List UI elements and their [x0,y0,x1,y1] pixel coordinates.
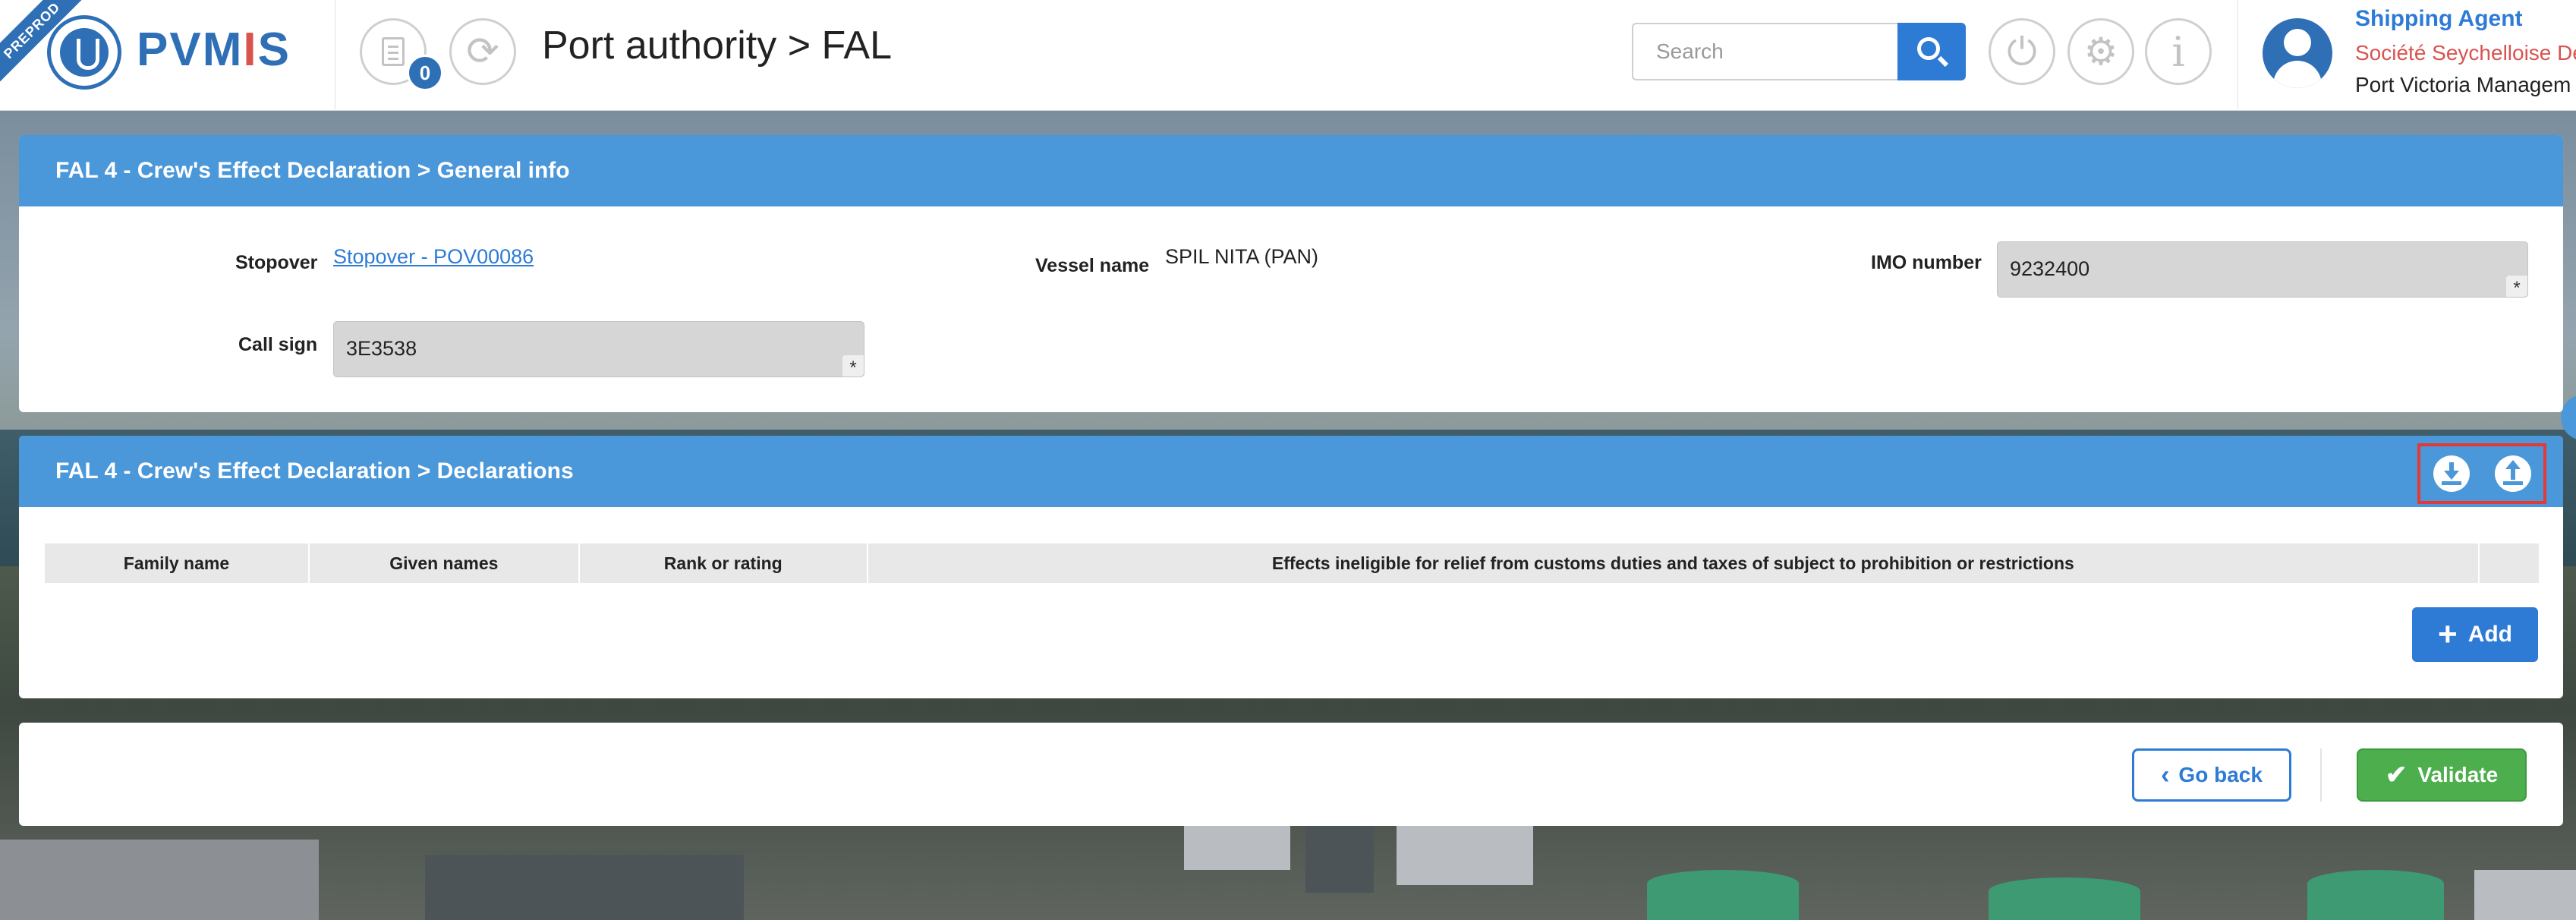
upload-icon[interactable] [2494,455,2531,492]
refresh-icon: ⟳ [466,30,499,74]
search-input[interactable] [1632,23,1897,80]
search-button[interactable] [1897,23,1966,80]
general-info-panel: FAL 4 - Crew's Effect Declaration > Gene… [19,135,2563,412]
user-company: Société Seychelloise De [2355,41,2576,65]
column-header-effects[interactable]: Effects ineligible for relief from custo… [867,543,2480,583]
search-icon [1917,37,1940,60]
column-header-actions [2479,543,2540,583]
declarations-title: FAL 4 - Crew's Effect Declaration > Decl… [55,458,574,484]
vessel-name-value: SPIL NITA (PAN) [1165,245,1319,268]
column-header-given-names[interactable]: Given names [308,543,580,583]
chevron-left-icon: ‹ [2161,760,2170,789]
call-sign-value: 3E3538 [346,337,417,360]
document-icon [382,37,405,66]
declarations-panel: FAL 4 - Crew's Effect Declaration > Decl… [19,436,2563,698]
import-export-actions [2417,443,2546,504]
vessel-name-label: Vessel name [1035,255,1150,276]
imo-number-label: IMO number [1871,252,1982,273]
settings-button[interactable]: ⚙ [2067,18,2134,85]
required-marker: * [2506,276,2527,298]
validate-label: Validate [2417,763,2499,786]
download-icon[interactable] [2433,455,2470,492]
logo-area[interactable]: PREPROD PVMIS [0,0,335,111]
user-avatar-icon [2263,18,2332,88]
add-button-label: Add [2467,622,2513,647]
user-role: Shipping Agent [2355,6,2523,31]
imo-number-field[interactable]: 9232400 * [1997,241,2528,298]
refresh-button[interactable]: ⟳ [449,18,516,85]
declarations-table: Family name Given names Rank or rating E… [45,543,2540,583]
call-sign-label: Call sign [238,334,318,355]
gear-icon: ⚙ [2083,30,2118,73]
check-icon: ✔ [2385,761,2408,789]
add-declaration-button[interactable]: + Add [2412,607,2538,662]
info-icon: i [2171,27,2185,76]
info-button[interactable]: i [2145,18,2212,85]
page-title: Port authority > FAL [542,24,893,68]
general-info-header: FAL 4 - Crew's Effect Declaration > Gene… [19,135,2563,206]
imo-number-value: 9232400 [2010,257,2090,280]
declarations-header: FAL 4 - Crew's Effect Declaration > Decl… [19,436,2563,507]
stopover-label: Stopover [235,252,318,273]
footer-actions-panel: ‹ Go back ✔ Validate [19,723,2563,826]
go-back-label: Go back [2178,763,2263,786]
call-sign-field[interactable]: 3E3538 * [333,321,864,378]
user-organization: Port Victoria Managem [2355,73,2571,96]
user-profile-area[interactable]: Shipping Agent Société Seychelloise De P… [2237,0,2576,111]
app-logo-text: PVMIS [137,24,291,76]
logout-button[interactable]: ⏻ [1989,18,2055,85]
power-icon: ⏻ [2007,30,2037,73]
divider [2320,748,2322,802]
pvmis-logo-icon [47,15,121,90]
stopover-link[interactable]: Stopover - POV00086 [333,245,534,269]
required-marker: * [842,355,864,378]
top-header: PREPROD PVMIS 0 ⟳ Port authority > FAL ⏻… [0,0,2576,111]
column-header-family-name[interactable]: Family name [45,543,310,583]
plus-icon: + [2437,616,2458,653]
go-back-button[interactable]: ‹ Go back [2132,748,2291,802]
column-header-rank-or-rating[interactable]: Rank or rating [578,543,868,583]
validate-button[interactable]: ✔ Validate [2357,748,2527,802]
notification-count-badge: 0 [407,55,443,91]
